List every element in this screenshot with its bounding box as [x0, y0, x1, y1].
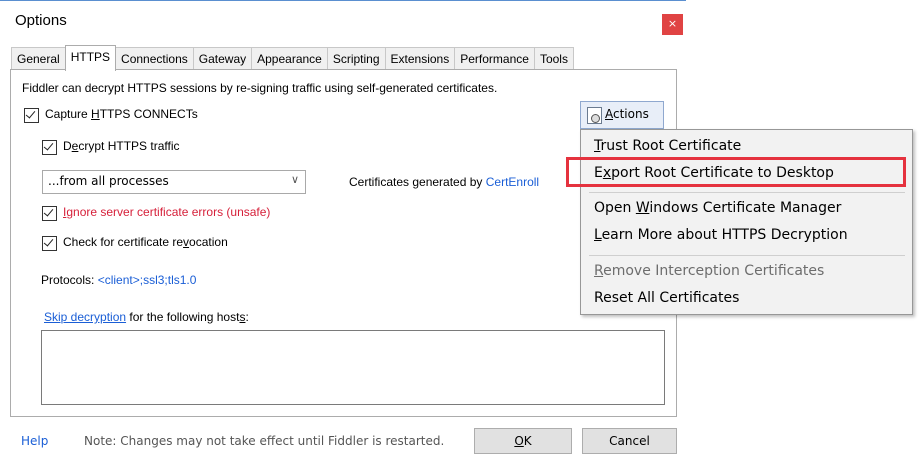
process-filter-select[interactable]: ...from all processes ∨: [42, 170, 306, 194]
close-icon: ×: [667, 17, 678, 30]
actions-button[interactable]: Actions: [580, 101, 664, 129]
ignore-cert-errors-label: Ignore server certificate errors (unsafe…: [63, 205, 271, 219]
skip-decryption-link[interactable]: Skip decryption: [44, 310, 126, 324]
cert-generator-link[interactable]: CertEnroll: [486, 175, 539, 189]
decrypt-https-label: Decrypt HTTPS traffic: [63, 139, 180, 153]
tab-general[interactable]: General: [11, 47, 66, 70]
tab-scripting[interactable]: Scripting: [326, 47, 386, 70]
menu-item-remove-certs: Remove Interception Certificates: [594, 263, 825, 279]
https-description: Fiddler can decrypt HTTPS sessions by re…: [22, 81, 498, 95]
menu-item-reset-all[interactable]: Reset All Certificates: [594, 290, 739, 306]
tab-appearance[interactable]: Appearance: [251, 47, 328, 70]
menu-separator: [589, 255, 905, 256]
certificate-icon: [587, 107, 602, 124]
check-revocation-checkbox[interactable]: [42, 236, 57, 251]
actions-label: Actions: [605, 107, 649, 121]
capture-https-checkbox[interactable]: [24, 108, 39, 123]
check-revocation-label: Check for certificate revocation: [63, 235, 228, 249]
menu-item-open-cert-manager[interactable]: Open Windows Certificate Manager: [594, 200, 841, 216]
capture-https-label: Capture HTTPS CONNECTs: [45, 107, 198, 121]
skip-decryption-label: Skip decryption for the following hosts:: [44, 310, 249, 324]
menu-item-trust-root[interactable]: Trust Root Certificate: [594, 138, 741, 154]
tab-tools[interactable]: Tools: [533, 47, 574, 70]
tab-performance[interactable]: Performance: [454, 47, 535, 70]
actions-menu: Trust Root Certificate Export Root Certi…: [580, 129, 913, 315]
cancel-button[interactable]: Cancel: [582, 428, 677, 454]
tab-connections[interactable]: Connections: [115, 47, 194, 70]
chevron-down-icon: ∨: [290, 173, 299, 186]
certs-generated-label: Certificates generated by CertEnroll: [349, 175, 540, 189]
tab-https[interactable]: HTTPS: [64, 45, 117, 71]
ignore-cert-errors-checkbox[interactable]: [42, 206, 57, 221]
menu-item-learn-more[interactable]: Learn More about HTTPS Decryption: [594, 227, 848, 243]
close-button[interactable]: ×: [662, 14, 683, 35]
protocols-link[interactable]: <client>;ssl3;tls1.0: [98, 273, 197, 287]
process-filter-value: ...from all processes: [48, 174, 169, 188]
protocols-label: Protocols: <client>;ssl3;tls1.0: [41, 273, 197, 287]
skip-hosts-textarea[interactable]: [41, 330, 665, 405]
menu-separator: [589, 192, 905, 193]
title-bar: Options ×: [0, 0, 686, 43]
tab-gateway[interactable]: Gateway: [192, 47, 253, 70]
menu-item-export-root[interactable]: Export Root Certificate to Desktop: [594, 165, 834, 181]
restart-note: Note: Changes may not take effect until …: [84, 434, 445, 448]
tab-extensions[interactable]: Extensions: [384, 47, 456, 70]
window-title: Options: [15, 12, 67, 29]
ok-button[interactable]: OK: [474, 428, 572, 454]
help-link[interactable]: Help: [21, 434, 48, 448]
decrypt-https-checkbox[interactable]: [42, 140, 57, 155]
tab-strip: General HTTPS Connections Gateway Appear…: [11, 45, 574, 71]
